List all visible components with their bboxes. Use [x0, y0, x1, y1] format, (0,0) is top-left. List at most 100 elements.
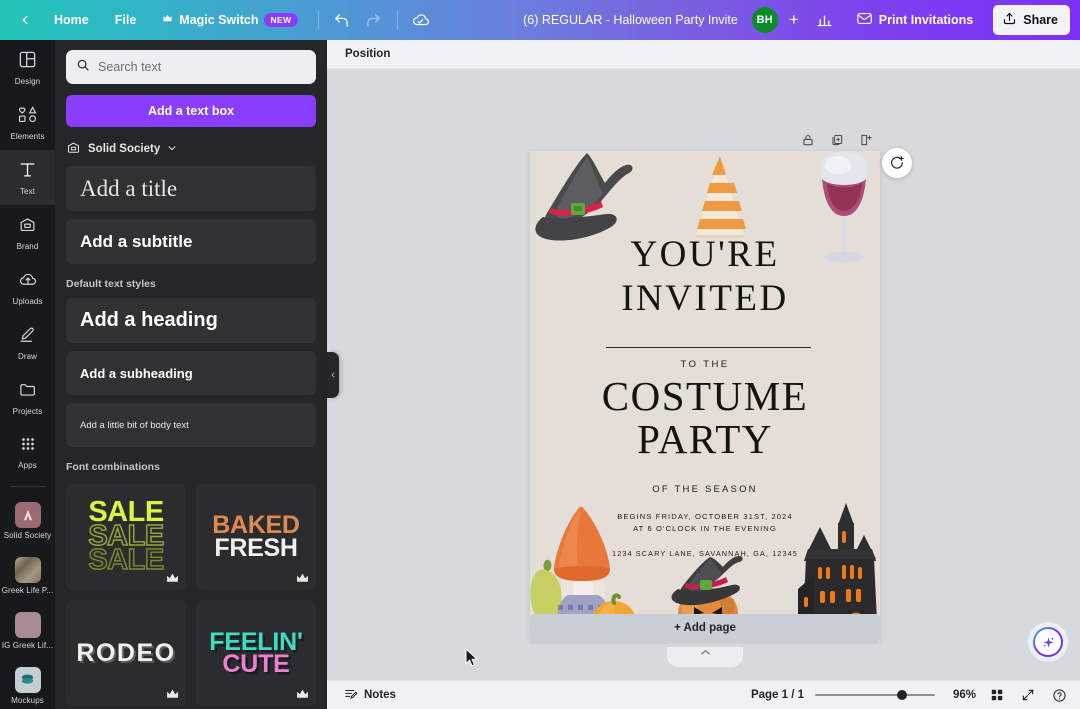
bottom-toolbar: Notes Page 1 / 1 96%: [327, 680, 1080, 709]
top-toolbar: Home File Magic Switch NEW (6) REGULAR -…: [0, 0, 1080, 40]
add-comment-button[interactable]: [882, 148, 912, 178]
sidebar-item-solid-society[interactable]: Solid Society: [0, 493, 55, 548]
page-tools: [799, 131, 875, 149]
card-event-name: COSTUME PARTY: [530, 376, 880, 460]
brand-thumb-greek-life-icon: [14, 556, 41, 583]
brand-style-add-title[interactable]: Add a title: [66, 166, 316, 211]
back-button[interactable]: [10, 5, 40, 35]
font-combo-line-3: SALE: [88, 543, 165, 576]
text-panel: Add a text box Solid Society Add a title…: [55, 40, 327, 709]
sidebar-label-greek-life-p: Greek Life P...: [1, 585, 54, 595]
sidebar-label-brand: Brand: [16, 241, 39, 251]
brand-style-add-subtitle[interactable]: Add a subtitle: [66, 219, 316, 264]
brand-kit-selector[interactable]: Solid Society: [66, 140, 316, 158]
toolbar-divider-2: [396, 10, 398, 30]
canvas-workspace: Position YOU'RE INVITED TO THE COSTUME P…: [327, 40, 1080, 709]
panel-collapse-handle[interactable]: [327, 352, 339, 398]
position-button[interactable]: Position: [339, 44, 396, 64]
zoom-level-label[interactable]: 96%: [946, 689, 976, 701]
chevron-down-icon: [167, 143, 177, 156]
default-style-add-subheading[interactable]: Add a subheading: [66, 351, 316, 395]
share-label: Share: [1023, 13, 1058, 27]
file-menu-button[interactable]: File: [103, 7, 149, 33]
card-to-the-label: TO THE: [680, 359, 730, 370]
search-input[interactable]: [98, 60, 306, 74]
envelope-icon: [856, 10, 873, 30]
font-combo-baked-fresh[interactable]: BAKED FRESH: [196, 484, 316, 590]
font-combo-line-2: CUTE: [222, 650, 290, 678]
fullscreen-icon[interactable]: [1018, 685, 1038, 705]
magic-assistant-button[interactable]: [1033, 627, 1063, 657]
design-grid-icon: [18, 50, 37, 74]
magic-switch-button[interactable]: Magic Switch NEW: [150, 7, 309, 33]
help-question-icon[interactable]: [1049, 685, 1069, 705]
uploads-cloud-icon: [18, 270, 38, 294]
default-style-body-label: Add a little bit of body text: [80, 419, 189, 431]
home-menu-button[interactable]: Home: [42, 7, 101, 33]
sidebar-item-ig-greek-life[interactable]: IG Greek Lif...: [0, 603, 55, 658]
top-toolbar-left: Home File Magic Switch NEW: [0, 0, 436, 40]
duplicate-page-icon[interactable]: [828, 131, 846, 149]
bottom-toolbar-right: Page 1 / 1 96%: [751, 685, 1069, 705]
card-divider-rule: [606, 347, 811, 348]
apps-dots-icon: [19, 435, 37, 458]
share-upload-icon: [1002, 11, 1017, 29]
add-page-button[interactable]: + Add page: [530, 614, 880, 642]
card-season-label: OF THE SEASON: [652, 484, 758, 495]
default-style-add-heading[interactable]: Add a heading: [66, 298, 316, 343]
lock-icon[interactable]: [799, 131, 817, 149]
font-combo-rodeo[interactable]: RODEO: [66, 600, 186, 706]
projects-folder-icon: [18, 380, 38, 404]
insights-button[interactable]: [810, 5, 840, 35]
canvas-scroll-area[interactable]: YOU'RE INVITED TO THE COSTUME PARTY OF T…: [327, 69, 1080, 709]
sidebar-label-elements: Elements: [10, 131, 45, 141]
sidebar-item-elements[interactable]: Elements: [0, 95, 55, 150]
sidebar-item-draw[interactable]: Draw: [0, 315, 55, 370]
design-page-1[interactable]: YOU'RE INVITED TO THE COSTUME PARTY OF T…: [530, 151, 880, 641]
brand-thumb-solid-society-icon: [14, 501, 41, 528]
sidebar-item-apps[interactable]: Apps: [0, 425, 55, 480]
scroll-collapse-nub[interactable]: [667, 647, 743, 667]
add-page-icon[interactable]: [857, 131, 875, 149]
avatar[interactable]: BH: [751, 7, 778, 33]
rail-divider: [10, 486, 45, 487]
magic-switch-label: Magic Switch: [179, 13, 259, 27]
add-collaborator-button[interactable]: +: [782, 7, 806, 33]
font-combo-preview: SALE SALE SALE: [88, 498, 165, 576]
sidebar-item-uploads[interactable]: Uploads: [0, 260, 55, 315]
sidebar-label-ig-greek-life: IG Greek Lif...: [1, 640, 54, 650]
sidebar-item-design[interactable]: Design: [0, 40, 55, 95]
notes-button[interactable]: Notes: [338, 684, 402, 707]
zoom-slider[interactable]: [815, 688, 935, 702]
sidebar-item-mockups[interactable]: Mockups: [0, 658, 55, 709]
font-combo-preview: FEELIN' CUTE: [209, 630, 303, 678]
font-combo-sale-neon[interactable]: SALE SALE SALE: [66, 484, 186, 590]
card-headline-line1: YOU'RE: [630, 234, 780, 275]
page-indicator[interactable]: Page 1 / 1: [751, 689, 804, 701]
sidebar-item-projects[interactable]: Projects: [0, 370, 55, 425]
add-text-box-button[interactable]: Add a text box: [66, 95, 316, 127]
zoom-slider-thumb[interactable]: [897, 690, 907, 700]
redo-button[interactable]: [359, 5, 389, 35]
sidebar-item-greek-life-p[interactable]: Greek Life P...: [0, 548, 55, 603]
canva-editor-window: Home File Magic Switch NEW (6) REGULAR -…: [0, 0, 1080, 709]
print-invitations-label: Print Invitations: [878, 13, 974, 27]
context-toolbar: Position: [327, 40, 1080, 69]
pro-crown-icon: [295, 571, 309, 585]
default-style-subheading-label: Add a subheading: [80, 365, 193, 381]
print-invitations-button[interactable]: Print Invitations: [844, 4, 985, 36]
draw-pen-icon: [18, 325, 37, 349]
grid-view-icon[interactable]: [987, 685, 1007, 705]
sidebar-label-mockups: Mockups: [11, 695, 44, 705]
brand-style-title-label: Add a title: [80, 175, 178, 201]
undo-button[interactable]: [327, 5, 357, 35]
cloud-saved-button[interactable]: [406, 5, 436, 35]
font-combo-feelin-cute[interactable]: FEELIN' CUTE: [196, 600, 316, 706]
sidebar-item-brand[interactable]: Brand: [0, 205, 55, 260]
document-title[interactable]: (6) REGULAR - Halloween Party Invite: [523, 13, 738, 27]
default-style-add-body[interactable]: Add a little bit of body text: [66, 403, 316, 447]
search-text-box[interactable]: [66, 50, 316, 84]
brand-kit-label: Solid Society: [88, 143, 161, 155]
share-button[interactable]: Share: [993, 5, 1070, 35]
sidebar-item-text[interactable]: Text: [0, 150, 55, 205]
